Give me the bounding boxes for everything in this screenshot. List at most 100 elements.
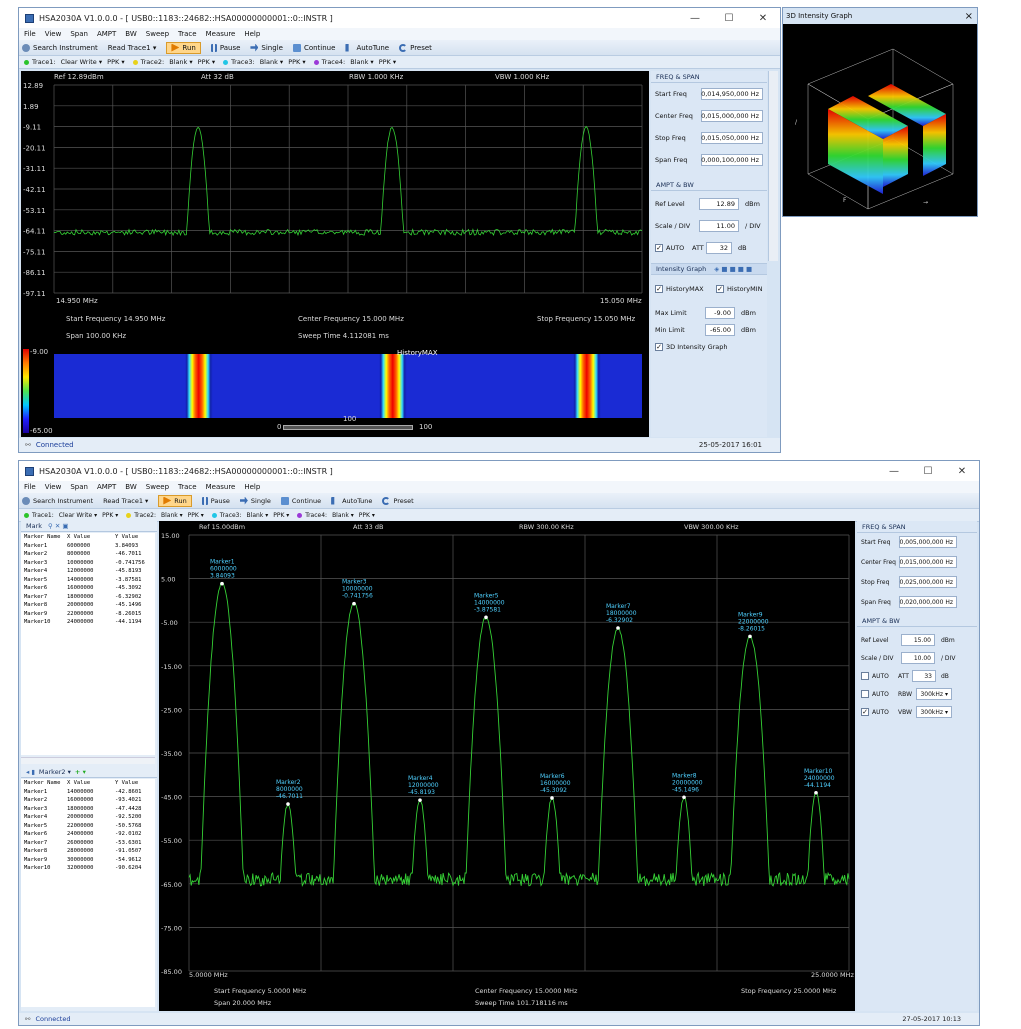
att-input[interactable]: 32: [706, 242, 732, 254]
spectrum-display-bottom[interactable]: Ref 15.00dBm Att 33 dB RBW 300.00 KHz VB…: [159, 521, 855, 1011]
auto-att-checkbox[interactable]: [861, 672, 869, 680]
continue-button[interactable]: Continue: [280, 496, 321, 505]
span-freq-input[interactable]: 0,020,000,000 Hz: [899, 596, 957, 608]
marker-point[interactable]: [550, 796, 554, 800]
continue-button[interactable]: Continue: [292, 43, 335, 52]
marker-point[interactable]: [418, 798, 422, 802]
menu-trace[interactable]: Trace: [178, 30, 197, 38]
ref-level-input[interactable]: 15.00: [901, 634, 935, 646]
marker-point[interactable]: [352, 601, 356, 606]
stop-freq-input[interactable]: 0,025,000,000 Hz: [899, 576, 957, 588]
ref-level-input[interactable]: 12.89: [699, 198, 739, 210]
add-marker-icon[interactable]: + ▾: [75, 768, 86, 776]
start-freq-input[interactable]: 0,014,950,000 Hz: [701, 88, 763, 100]
intensity-graph[interactable]: -9.00 -65.00 HistoryMAX 0 100 100: [21, 347, 649, 437]
marker-point[interactable]: [814, 790, 818, 795]
marker2-tools-icon[interactable]: ◂ ▮: [26, 768, 35, 776]
menu-span[interactable]: Span: [70, 483, 88, 491]
trace1-selector[interactable]: Trace1: Clear Write ▾ PPK ▾: [24, 58, 125, 66]
auto-att-checkbox[interactable]: ✓: [655, 244, 663, 252]
maximize-icon[interactable]: ☐: [712, 8, 746, 28]
spectrum-display[interactable]: Ref 12.89dBm Att 32 dB RBW 1.000 KHz VBW…: [21, 71, 649, 347]
att-input[interactable]: 33: [912, 670, 936, 682]
preset-button[interactable]: Preset: [399, 43, 432, 52]
marker-point[interactable]: [484, 615, 488, 620]
scale-div-input[interactable]: 11.00: [699, 220, 739, 232]
single-button[interactable]: Single: [250, 43, 283, 52]
menu-sweep[interactable]: Sweep: [146, 30, 169, 38]
table-row[interactable]: Marker5 14000000 -3.87581: [21, 576, 155, 585]
close-icon-bottom[interactable]: ✕: [945, 461, 979, 481]
marker-point[interactable]: [616, 626, 620, 630]
table-row[interactable]: Marker4 12000000 -45.8193: [21, 567, 155, 576]
menu-help[interactable]: Help: [244, 30, 260, 38]
graph3d-close-icon[interactable]: ×: [965, 11, 973, 22]
table-row[interactable]: Marker9 30000000 -54.9612: [21, 856, 155, 865]
table-row[interactable]: Marker8 28000000 -91.0507: [21, 847, 155, 856]
trace2-selector[interactable]: Trace2: Blank ▾ PPK ▾: [126, 512, 204, 519]
run-button[interactable]: Run: [158, 494, 192, 507]
table-row[interactable]: Marker5 22000000 -50.5768: [21, 822, 155, 831]
trace2-selector[interactable]: Trace2: Blank ▾ PPK ▾: [132, 58, 215, 66]
vbw-select[interactable]: 300kHz ▾: [916, 706, 952, 718]
menu-ampt[interactable]: AMPT: [97, 483, 116, 491]
table-row[interactable]: Marker4 20000000 -92.5200: [21, 813, 155, 822]
scale-div-input[interactable]: 10.00: [901, 652, 935, 664]
pause-button[interactable]: Pause: [201, 496, 230, 505]
menu-trace[interactable]: Trace: [178, 483, 197, 491]
center-freq-input[interactable]: 0,015,000,000 Hz: [899, 556, 957, 568]
table-row[interactable]: Marker1 14000000 -42.8601: [21, 788, 155, 797]
minimize-icon-bottom[interactable]: —: [877, 461, 911, 481]
table1-hscroll[interactable]: [21, 757, 155, 764]
table-row[interactable]: Marker9 22000000 -8.26015: [21, 610, 155, 619]
run-button[interactable]: Run: [166, 41, 201, 54]
menu-bw[interactable]: BW: [125, 483, 136, 491]
historymax-checkbox[interactable]: ✓: [655, 285, 663, 293]
marker-point[interactable]: [748, 634, 752, 639]
autotune-button[interactable]: AutoTune: [345, 43, 389, 52]
search-instrument-button[interactable]: Search Instrument: [22, 43, 98, 52]
min-limit-input[interactable]: -65.00: [705, 324, 735, 336]
trace4-selector[interactable]: Trace4: Blank ▾ PPK ▾: [297, 512, 375, 519]
intensity-tools-icon[interactable]: ◈ ■ ■ ■ ■: [714, 265, 752, 273]
table-row[interactable]: Marker10 32000000 -90.6204: [21, 864, 155, 873]
marker2-dropdown[interactable]: Marker2 ▾: [39, 768, 71, 776]
table-row[interactable]: Marker3 18000000 -47.4428: [21, 805, 155, 814]
menu-help[interactable]: Help: [244, 483, 260, 491]
marker-point[interactable]: [220, 581, 224, 586]
trace3-selector[interactable]: Trace3: Blank ▾ PPK ▾: [223, 58, 306, 66]
read-trace-button[interactable]: Read Trace1 ▾: [108, 44, 157, 52]
start-freq-input[interactable]: 0,005,000,000 Hz: [899, 536, 957, 548]
trace3-selector[interactable]: Trace3: Blank ▾ PPK ▾: [211, 512, 289, 519]
pause-button[interactable]: Pause: [210, 43, 240, 52]
autotune-button[interactable]: AutoTune: [331, 496, 372, 505]
read-trace-button[interactable]: Read Trace1 ▾: [103, 497, 148, 505]
minimize-icon[interactable]: —: [678, 8, 712, 28]
menu-file[interactable]: File: [24, 30, 36, 38]
history-slider[interactable]: [283, 425, 413, 430]
menu-view[interactable]: View: [45, 30, 62, 38]
table-row[interactable]: Marker8 20000000 -45.1496: [21, 601, 155, 610]
preset-button[interactable]: Preset: [382, 496, 414, 505]
marker-point[interactable]: [286, 802, 290, 806]
table-row[interactable]: Marker1 6000000 3.84093: [21, 542, 155, 551]
stop-freq-input[interactable]: 0,015,050,000 Hz: [701, 132, 763, 144]
title-bar-bottom[interactable]: HSA2030A V1.0.0.0 - [ USB0::1183::24682:…: [19, 461, 979, 481]
menu-span[interactable]: Span: [70, 30, 88, 38]
table-row[interactable]: Marker2 16000000 -93.4021: [21, 796, 155, 805]
close-icon[interactable]: ✕: [746, 8, 780, 28]
single-button[interactable]: Single: [239, 496, 271, 505]
menu-measure[interactable]: Measure: [206, 30, 236, 38]
maximize-icon-bottom[interactable]: ☐: [911, 461, 945, 481]
menu-bw[interactable]: BW: [125, 30, 136, 38]
center-freq-input[interactable]: 0,015,000,000 Hz: [701, 110, 763, 122]
table-row[interactable]: Marker7 26000000 -53.6301: [21, 839, 155, 848]
rbw-select[interactable]: 300kHz ▾: [916, 688, 952, 700]
table-row[interactable]: Marker6 16000000 -45.3092: [21, 584, 155, 593]
table-row[interactable]: Marker10 24000000 -44.1194: [21, 618, 155, 627]
mark-tools-icon[interactable]: ⚲ ✕ ▣: [48, 522, 68, 530]
table-row[interactable]: Marker2 8000000 -46.7011: [21, 550, 155, 559]
table-row[interactable]: Marker6 24000000 -92.0102: [21, 830, 155, 839]
menu-sweep[interactable]: Sweep: [146, 483, 169, 491]
search-instrument-button[interactable]: Search Instrument: [22, 496, 93, 505]
